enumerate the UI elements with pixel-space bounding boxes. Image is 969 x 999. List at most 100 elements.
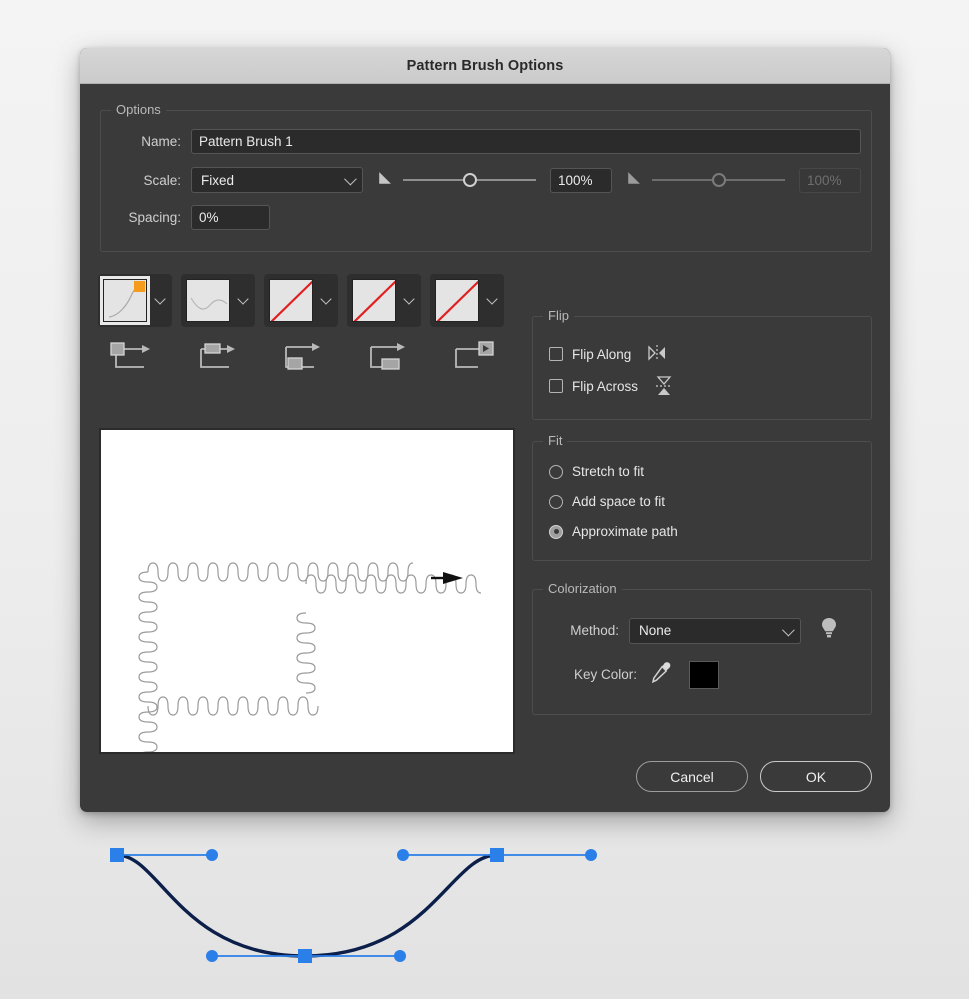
tile-corner-marker (134, 281, 145, 292)
slider-knob (711, 173, 726, 187)
bezier-handle (585, 849, 597, 861)
tile-position-icon-row (98, 336, 514, 378)
chevron-down-icon (154, 292, 166, 305)
flip-along-row[interactable]: Flip Along (549, 343, 669, 365)
tile-swatch-inner (269, 279, 313, 322)
fit-radio-approximate[interactable] (549, 524, 563, 539)
tile-menu-button-end[interactable] (482, 292, 502, 305)
scale-max-slider-group (626, 167, 861, 193)
fit-option-stretch-to-fit[interactable]: Stretch to fit (549, 464, 644, 479)
method-row: Method: None (547, 616, 839, 645)
options-group-title: Options (111, 102, 166, 117)
spacing-input[interactable] (191, 205, 270, 230)
bezier-handle (397, 849, 409, 861)
chevron-down-icon (344, 172, 357, 186)
scale-select[interactable]: Fixed (191, 167, 363, 193)
tile-button-outer-corner[interactable] (181, 274, 255, 327)
tile-swatch-inner (352, 279, 396, 322)
dialog-title: Pattern Brush Options (406, 57, 564, 74)
scale-max-slider-icon (626, 170, 646, 190)
key-color-label: Key Color: (573, 667, 637, 682)
tile-button-end[interactable] (430, 274, 504, 327)
tile-swatch-inner-corner[interactable] (266, 276, 316, 325)
tile-menu-button-outer-corner[interactable] (233, 292, 253, 305)
flip-along-checkbox[interactable] (549, 347, 563, 361)
scale-percent-input[interactable] (550, 167, 612, 193)
tile-menu-button-inner-corner[interactable] (316, 292, 336, 305)
end-tile-position-icon[interactable] (438, 336, 514, 378)
flip-across-checkbox[interactable] (549, 379, 563, 393)
key-color-swatch[interactable] (689, 660, 719, 689)
slider-knob[interactable] (462, 173, 477, 187)
key-color-row: Key Color: (547, 660, 719, 689)
colorization-group-title: Colorization (543, 581, 622, 596)
scale-label: Scale: (143, 172, 181, 188)
preview-path (138, 562, 482, 793)
scale-row: Scale: Fixed (113, 167, 861, 193)
tile-swatch-side[interactable] (100, 276, 150, 325)
scale-select-value: Fixed (201, 172, 235, 188)
flip-horizontal-icon (645, 343, 669, 365)
start-tile-position-icon[interactable] (353, 336, 429, 378)
fit-group: Fit Stretch to fit Add space to fit Appr… (532, 433, 872, 561)
scale-slider-track[interactable] (403, 173, 536, 187)
fit-option-add-space-to-fit[interactable]: Add space to fit (549, 494, 665, 509)
bezier-anchor (490, 848, 504, 862)
tile-swatch-inner (435, 279, 479, 322)
bezier-curve (116, 853, 498, 958)
flip-vertical-icon (652, 375, 676, 397)
fit-label-approximate: Approximate path (572, 524, 678, 539)
dialog-body: Options Name: Scale: Fixed (80, 84, 890, 812)
cancel-button[interactable]: Cancel (636, 761, 748, 792)
name-label: Name: (141, 134, 181, 149)
spacing-row: Spacing: (113, 205, 861, 230)
ok-button[interactable]: OK (760, 761, 872, 792)
bezier-handle (206, 950, 218, 962)
colorization-group: Colorization Method: None Key Color: (532, 581, 872, 715)
bezier-handle (394, 950, 406, 962)
flip-across-row[interactable]: Flip Across (549, 375, 676, 397)
brush-name-input[interactable] (191, 129, 861, 154)
tile-menu-button-start[interactable] (399, 292, 419, 305)
tile-menu-button-side[interactable] (150, 292, 170, 305)
tile-button-start[interactable] (347, 274, 421, 327)
fit-radio-stretch[interactable] (549, 464, 563, 479)
canvas-bezier-path (0, 820, 969, 999)
fit-label-stretch: Stretch to fit (572, 464, 645, 479)
tile-button-inner-corner[interactable] (264, 274, 338, 327)
tile-button-side[interactable] (98, 274, 172, 327)
tile-swatch-outer-corner[interactable] (183, 276, 233, 325)
chevron-down-icon (782, 623, 795, 636)
chevron-down-icon (403, 292, 415, 305)
chevron-down-icon (320, 292, 332, 305)
lightbulb-tips-icon[interactable] (819, 616, 839, 645)
dialog-titlebar: Pattern Brush Options (80, 48, 890, 84)
dialog-footer: Cancel OK (636, 761, 872, 792)
chevron-down-icon (237, 292, 249, 305)
side-tile-position-icon[interactable] (98, 336, 174, 378)
method-label: Method: (570, 623, 619, 638)
inner-corner-tile-position-icon[interactable] (268, 336, 344, 378)
bezier-handle (206, 849, 218, 861)
scale-slider-group (377, 167, 612, 193)
spacing-label: Spacing: (128, 210, 181, 225)
fit-radio-add-space[interactable] (549, 494, 563, 509)
tile-swatch-start[interactable] (349, 276, 399, 325)
pattern-brush-options-dialog: Pattern Brush Options Options Name: Scal… (80, 48, 890, 812)
flip-group-title: Flip (543, 308, 574, 323)
fit-label-add-space: Add space to fit (572, 494, 666, 509)
outer-corner-tile-position-icon[interactable] (183, 336, 259, 378)
eyedropper-icon[interactable] (649, 660, 673, 689)
scale-max-slider-track (652, 173, 785, 187)
colorization-method-select[interactable]: None (629, 617, 801, 644)
fit-option-approximate-path[interactable]: Approximate path (549, 524, 678, 539)
name-row: Name: (113, 129, 861, 154)
flip-along-label: Flip Along (572, 346, 632, 362)
tile-swatch-end[interactable] (432, 276, 482, 325)
options-group: Options Name: Scale: Fixed (100, 102, 872, 252)
bezier-anchor (110, 848, 124, 862)
scale-max-percent-input (799, 167, 861, 193)
brush-preview (99, 428, 515, 793)
tile-swatch-inner (186, 279, 230, 322)
chevron-down-icon (486, 292, 498, 305)
